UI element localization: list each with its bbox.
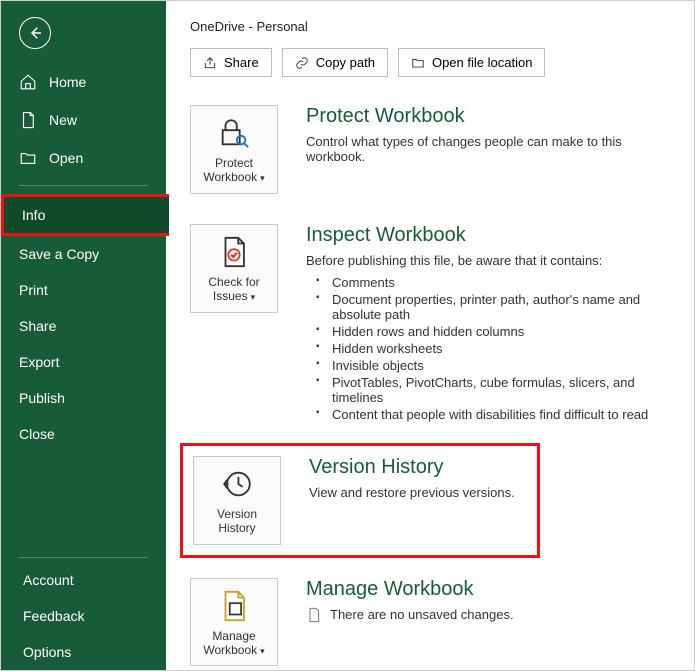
folder-icon (411, 56, 425, 70)
sidebar-item-share[interactable]: Share (1, 308, 166, 344)
section-desc: View and restore previous versions. (309, 485, 527, 500)
sidebar-item-label: Save a Copy (19, 246, 99, 262)
sidebar-item-label: Publish (19, 390, 65, 406)
tile-label: Version History (200, 507, 274, 536)
sidebar-item-label: Open (49, 150, 83, 166)
chevron-down-icon: ▾ (260, 173, 265, 183)
back-button[interactable] (19, 17, 51, 49)
divider (19, 185, 148, 186)
history-icon (220, 467, 254, 501)
button-label: Copy path (316, 55, 375, 70)
section-title: Inspect Workbook (306, 224, 670, 247)
section-title: Protect Workbook (306, 105, 670, 128)
top-button-row: Share Copy path Open file location (190, 48, 670, 77)
sidebar-item-open[interactable]: Open (1, 139, 166, 177)
check-for-issues-tile[interactable]: Check for Issues▾ (190, 224, 278, 313)
sidebar-item-account[interactable]: Account (1, 562, 166, 598)
sidebar-item-label: Close (19, 426, 55, 442)
copy-path-button[interactable]: Copy path (282, 48, 388, 77)
sidebar-item-label: Print (19, 282, 48, 298)
section-desc: Control what types of changes people can… (306, 134, 670, 164)
list-item: Content that people with disabilities fi… (306, 406, 670, 423)
lock-search-icon (217, 116, 251, 150)
list-item: Hidden worksheets (306, 340, 670, 357)
divider (19, 557, 148, 558)
sidebar-item-close[interactable]: Close (1, 416, 166, 452)
sidebar-item-publish[interactable]: Publish (1, 380, 166, 416)
sidebar: Home New Open Info Save a Copy Print Sha… (1, 1, 166, 670)
folder-open-icon (19, 149, 37, 167)
list-item: Invisible objects (306, 357, 670, 374)
sidebar-item-label: Feedback (23, 608, 84, 624)
sidebar-item-label: New (49, 112, 77, 128)
document-manage-icon (217, 589, 251, 623)
tile-label: Manage Workbook (203, 629, 257, 657)
version-history-section: Version History Version History View and… (180, 443, 540, 558)
document-small-icon (306, 607, 322, 623)
tile-label: Protect Workbook (203, 156, 257, 184)
breadcrumb: OneDrive - Personal (190, 19, 670, 34)
sidebar-item-info[interactable]: Info (1, 194, 169, 236)
button-label: Open file location (432, 55, 532, 70)
main-panel: OneDrive - Personal Share Copy path Open… (166, 1, 694, 670)
sidebar-item-save-a-copy[interactable]: Save a Copy (1, 236, 166, 272)
open-file-location-button[interactable]: Open file location (398, 48, 545, 77)
sidebar-item-label: Options (23, 644, 71, 660)
manage-workbook-tile[interactable]: Manage Workbook▾ (190, 578, 278, 667)
inspect-workbook-section: Check for Issues▾ Inspect Workbook Befor… (190, 224, 670, 423)
button-label: Share (224, 55, 259, 70)
home-icon (19, 73, 37, 91)
sidebar-item-print[interactable]: Print (1, 272, 166, 308)
sidebar-item-options[interactable]: Options (1, 634, 166, 670)
link-icon (295, 56, 309, 70)
document-check-icon (217, 235, 251, 269)
share-icon (203, 56, 217, 70)
arrow-left-icon (26, 24, 44, 42)
section-title: Version History (309, 456, 527, 479)
sidebar-item-label: Export (19, 354, 59, 370)
sidebar-item-label: Share (19, 318, 56, 334)
manage-workbook-section: Manage Workbook▾ Manage Workbook There a… (190, 578, 670, 667)
section-title: Manage Workbook (306, 578, 670, 601)
sidebar-item-home[interactable]: Home (1, 63, 166, 101)
list-item: Document properties, printer path, autho… (306, 291, 670, 323)
inspect-list: Comments Document properties, printer pa… (306, 274, 670, 423)
chevron-down-icon: ▾ (260, 646, 265, 656)
sidebar-item-label: Account (23, 572, 74, 588)
sidebar-item-export[interactable]: Export (1, 344, 166, 380)
share-button[interactable]: Share (190, 48, 272, 77)
sidebar-item-new[interactable]: New (1, 101, 166, 139)
sidebar-item-label: Info (22, 207, 45, 223)
list-item: PivotTables, PivotCharts, cube formulas,… (306, 374, 670, 406)
protect-workbook-section: Protect Workbook▾ Protect Workbook Contr… (190, 105, 670, 194)
version-history-tile[interactable]: Version History (193, 456, 281, 545)
protect-workbook-tile[interactable]: Protect Workbook▾ (190, 105, 278, 194)
sidebar-item-label: Home (49, 74, 86, 90)
list-item: Comments (306, 274, 670, 291)
chevron-down-icon: ▾ (251, 292, 256, 302)
new-file-icon (19, 111, 37, 129)
list-item: Hidden rows and hidden columns (306, 323, 670, 340)
section-desc: Before publishing this file, be aware th… (306, 253, 670, 268)
section-desc: There are no unsaved changes. (330, 607, 514, 622)
sidebar-item-feedback[interactable]: Feedback (1, 598, 166, 634)
